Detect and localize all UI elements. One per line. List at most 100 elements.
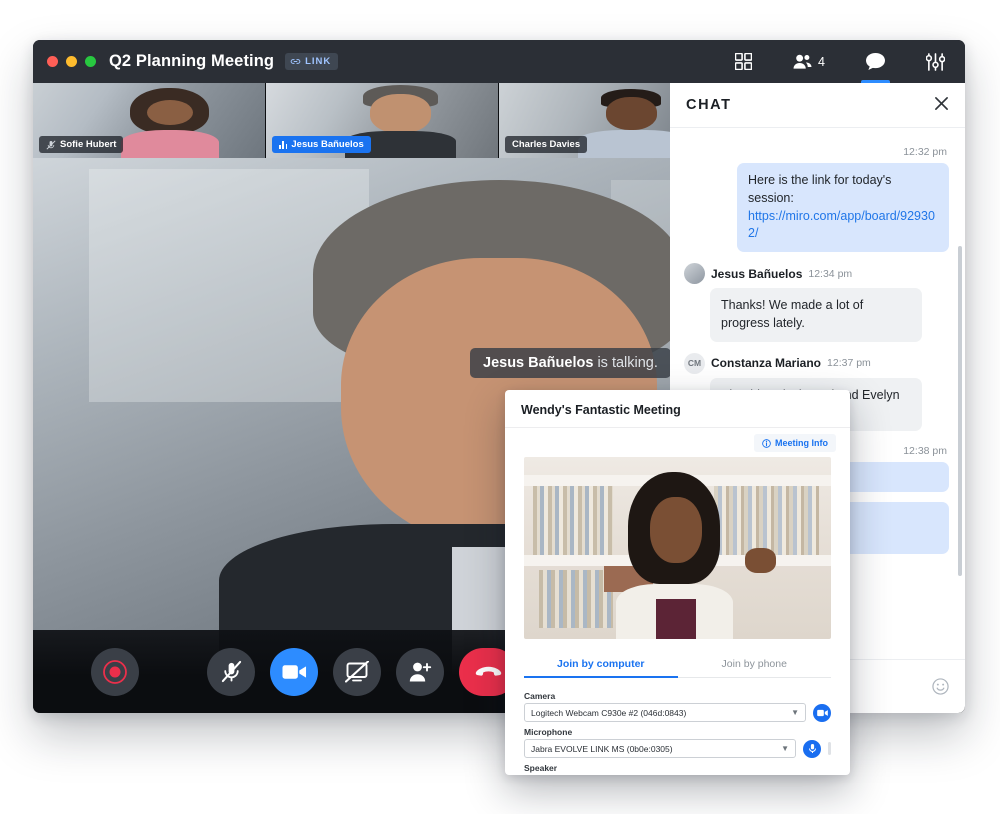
link-badge-label: LINK	[305, 56, 331, 67]
camera-icon	[817, 709, 828, 717]
message-text: Here is the link for today's session:	[748, 173, 891, 205]
camera-button[interactable]	[270, 648, 318, 696]
face-shape	[370, 94, 430, 133]
participant-name-badge-speaking: Jesus Bañuelos	[272, 136, 371, 153]
participant-name: Jesus Bañuelos	[291, 139, 363, 150]
mic-muted-icon	[46, 140, 56, 150]
microphone-row: Jabra EVOLVE LINK MS (0b0e:0305) ▼	[524, 739, 831, 758]
speaking-suffix: is talking.	[593, 355, 657, 371]
record-button[interactable]	[91, 648, 139, 696]
participant-name-badge: Charles Davies	[505, 136, 587, 153]
link-icon	[290, 58, 301, 65]
speaking-name: Jesus Bañuelos	[483, 355, 593, 371]
preview-top	[656, 599, 696, 639]
camera-select[interactable]: Logitech Webcam C930e #2 (046d:0843) ▼	[524, 703, 806, 722]
message-timestamp: 12:37 pm	[827, 357, 871, 369]
mic-level-meter	[828, 742, 831, 755]
meeting-info-label: Meeting Info	[775, 438, 828, 448]
add-person-icon	[408, 661, 432, 683]
chat-header: CHAT	[670, 83, 965, 128]
screen-share-off-icon	[345, 661, 369, 683]
preview-face	[650, 497, 702, 563]
grid-icon	[735, 53, 752, 70]
camera-value: Logitech Webcam C930e #2 (046d:0843)	[531, 708, 686, 718]
camera-icon	[282, 663, 307, 681]
meeting-info-button[interactable]: Meeting Info	[754, 434, 836, 452]
microphone-value: Jabra EVOLVE LINK MS (0b0e:0305)	[531, 744, 673, 754]
join-method-tabs: Join by computer Join by phone	[524, 651, 831, 678]
hangup-icon	[475, 665, 502, 679]
maximize-window-button[interactable]	[85, 56, 96, 67]
participant-name: Sofie Hubert	[60, 139, 116, 150]
chat-scrollbar[interactable]	[958, 246, 962, 576]
microphone-toggle-button[interactable]	[803, 740, 821, 758]
tab-join-by-phone[interactable]: Join by phone	[678, 651, 832, 677]
microphone-select[interactable]: Jabra EVOLVE LINK MS (0b0e:0305) ▼	[524, 739, 796, 758]
device-settings: Camera Logitech Webcam C930e #2 (046d:08…	[505, 678, 850, 775]
avatar	[684, 263, 705, 284]
screenshot-root: Q2 Planning Meeting LINK	[0, 0, 1000, 814]
books-row	[539, 570, 613, 628]
face-shape	[606, 97, 657, 130]
message-author: Constanza Mariano	[711, 356, 821, 370]
avatar-initials: CM	[684, 353, 705, 374]
chevron-down-icon: ▼	[791, 708, 799, 717]
add-participant-button[interactable]	[396, 648, 444, 696]
participants-button[interactable]: 4	[772, 40, 845, 83]
page-title: Q2 Planning Meeting	[109, 52, 274, 71]
emoji-smiley-icon[interactable]	[932, 678, 949, 695]
face-shape	[147, 100, 193, 126]
message-timestamp: 12:34 pm	[808, 268, 852, 280]
message-author: Jesus Bañuelos	[711, 267, 802, 281]
camera-label: Camera	[524, 691, 831, 701]
mic-off-icon	[220, 660, 243, 683]
settings-button[interactable]	[906, 40, 965, 83]
chat-button[interactable]	[845, 40, 906, 83]
camera-toggle-button[interactable]	[813, 704, 831, 722]
chat-message-outgoing: Here is the link for today's session: ht…	[737, 163, 949, 252]
microphone-icon	[808, 743, 817, 754]
link-badge[interactable]: LINK	[285, 53, 338, 70]
participants-count: 4	[818, 55, 825, 69]
speaking-indicator: Jesus Bañuelos is talking.	[470, 348, 671, 378]
info-icon	[762, 439, 771, 448]
speaker-label: Speaker	[524, 763, 831, 773]
tab-join-by-computer[interactable]: Join by computer	[524, 651, 678, 677]
dialog-info-row: Meeting Info	[505, 428, 850, 452]
microphone-button[interactable]	[207, 648, 255, 696]
minimize-window-button[interactable]	[66, 56, 77, 67]
dialog-title: Wendy's Fantastic Meeting	[505, 390, 850, 428]
participant-tile[interactable]: Jesus Bañuelos	[266, 83, 499, 158]
sliders-icon	[926, 53, 945, 71]
close-icon	[934, 96, 949, 111]
participants-icon	[792, 53, 813, 70]
record-icon	[102, 659, 128, 685]
participant-name: Charles Davies	[512, 139, 580, 150]
chat-bubble-icon	[865, 52, 886, 71]
grid-view-button[interactable]	[715, 40, 772, 83]
torso-shape	[121, 130, 218, 159]
join-meeting-dialog: Wendy's Fantastic Meeting Meeting Info	[505, 390, 850, 775]
camera-row: Logitech Webcam C930e #2 (046d:0843) ▼	[524, 703, 831, 722]
window-traffic-lights[interactable]	[47, 56, 96, 67]
books-row	[533, 486, 613, 555]
participant-tile[interactable]: Sofie Hubert	[33, 83, 266, 158]
window-titlebar: Q2 Planning Meeting LINK	[33, 40, 965, 83]
chat-message-incoming: Thanks! We made a lot of progress lately…	[710, 288, 922, 342]
audio-level-icon	[279, 141, 287, 149]
chat-message-header: Jesus Bañuelos 12:34 pm	[684, 263, 949, 284]
chat-title: CHAT	[686, 97, 732, 113]
chat-message-header: CM Constanza Mariano 12:37 pm	[684, 353, 949, 374]
preview-hand	[745, 548, 776, 573]
close-chat-button[interactable]	[934, 96, 949, 114]
video-preview[interactable]	[524, 457, 831, 639]
chevron-down-icon: ▼	[781, 744, 789, 753]
microphone-label: Microphone	[524, 727, 831, 737]
message-timestamp: 12:32 pm	[684, 146, 947, 158]
books-row	[714, 486, 818, 555]
titlebar-actions: 4	[715, 40, 965, 83]
screen-share-button[interactable]	[333, 648, 381, 696]
participant-name-badge: Sofie Hubert	[39, 136, 123, 153]
message-link[interactable]: https://miro.com/app/board/929302/	[748, 209, 935, 241]
close-window-button[interactable]	[47, 56, 58, 67]
